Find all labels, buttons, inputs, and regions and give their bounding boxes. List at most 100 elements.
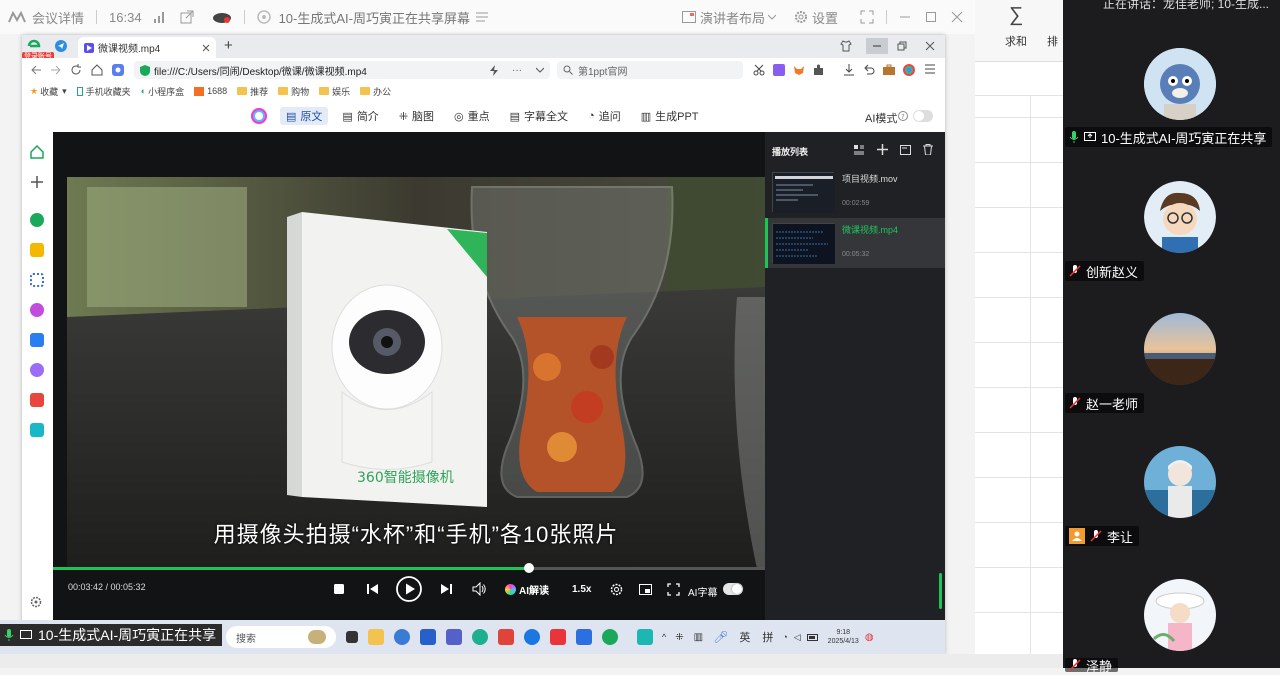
ai-subtitle-toggle[interactable]: [723, 583, 743, 595]
search-input[interactable]: 第1ppt官网: [557, 61, 743, 79]
minimize-icon[interactable]: [899, 11, 911, 23]
tab-followup[interactable]: ◔ 追问: [582, 107, 627, 125]
file-explorer-icon[interactable]: [368, 629, 384, 645]
fullscreen-icon[interactable]: [667, 583, 680, 596]
color-wheel-icon[interactable]: [903, 64, 915, 76]
trash-icon[interactable]: [923, 144, 933, 155]
window-restore-icon[interactable]: [897, 41, 907, 51]
favorites-app-icon[interactable]: [30, 243, 44, 257]
bookmark-1688[interactable]: 1688: [194, 86, 227, 96]
video-frame[interactable]: 360智能摄像机 用摄像头拍摄“水杯”和“手机”各10张照片: [67, 177, 765, 569]
ai-assistant-icon[interactable]: [112, 64, 124, 76]
microphone-icon[interactable]: 🎤︎: [713, 630, 728, 644]
picture-in-picture-icon[interactable]: [639, 583, 652, 596]
tab-original[interactable]: ▤ 原文: [280, 107, 329, 125]
avatar[interactable]: [1144, 48, 1216, 120]
bookmark-folder-entertainment[interactable]: 娱乐: [319, 85, 350, 98]
extension-fox-icon[interactable]: [793, 64, 805, 76]
taskbar-search[interactable]: 搜索: [226, 626, 336, 648]
next-icon[interactable]: [440, 583, 452, 595]
app-mk-icon[interactable]: [446, 629, 462, 645]
sort-button[interactable]: 排: [1047, 33, 1058, 49]
puzzle-icon[interactable]: [813, 64, 825, 76]
add-icon[interactable]: [877, 144, 888, 155]
previous-icon[interactable]: [367, 583, 379, 595]
link-app-icon[interactable]: [30, 213, 44, 227]
sigma-icon[interactable]: ∑: [1009, 4, 1023, 27]
bookmark-folder-recommend[interactable]: 推荐: [237, 85, 268, 98]
ime-pinyin[interactable]: 拼: [762, 629, 773, 645]
avatar[interactable]: [1144, 446, 1216, 518]
download-icon[interactable]: [843, 64, 855, 76]
refresh-icon[interactable]: [70, 64, 82, 76]
list-icon[interactable]: [475, 12, 488, 22]
speed-button[interactable]: 1.5x: [572, 584, 591, 595]
translate-app-icon[interactable]: [30, 423, 44, 437]
tab-close-icon[interactable]: [202, 44, 210, 52]
grid-view-icon[interactable]: [854, 145, 864, 155]
avatar[interactable]: [1144, 313, 1216, 385]
play-button[interactable]: [396, 576, 422, 602]
settings-icon[interactable]: [610, 583, 623, 596]
chevron-down-icon[interactable]: [536, 67, 544, 73]
store-icon[interactable]: [420, 629, 436, 645]
game-app-icon[interactable]: [30, 393, 44, 407]
forward-icon[interactable]: [50, 64, 62, 76]
volume-icon[interactable]: [472, 582, 486, 596]
bot-app-icon[interactable]: [30, 363, 44, 377]
playlist-item-active[interactable]: 微课视频.mp4 00:05:32: [765, 218, 945, 268]
playlist-scrollbar[interactable]: [939, 573, 942, 609]
browser-taskbar-icon[interactable]: [602, 629, 618, 645]
network-app-icon[interactable]: [30, 273, 44, 287]
bookmark-miniapps[interactable]: ◐ 小程序盒: [141, 85, 184, 98]
more-icon[interactable]: ···: [512, 65, 522, 76]
home-icon[interactable]: [91, 64, 103, 76]
tab-mindmap[interactable]: ⁜ 脑图: [393, 107, 440, 125]
maximize-icon[interactable]: [925, 11, 937, 23]
bookmark-mobile[interactable]: 手机收藏夹: [76, 85, 131, 98]
fullscreen-icon[interactable]: [860, 10, 874, 24]
cloud-record-icon[interactable]: [212, 10, 232, 24]
home-icon[interactable]: [30, 145, 44, 159]
ai-app-icon[interactable]: [30, 333, 44, 347]
chevron-down-icon[interactable]: [767, 14, 776, 20]
battery-icon[interactable]: [806, 633, 819, 641]
bookmark-folder-office[interactable]: 办公: [360, 85, 391, 98]
app-k2-icon[interactable]: [637, 629, 653, 645]
tab-keypoints[interactable]: ◎ 重点: [448, 107, 496, 125]
undo-icon[interactable]: [863, 64, 875, 76]
tab-summary[interactable]: ▤ 简介: [336, 107, 384, 125]
app-red-icon[interactable]: [498, 629, 514, 645]
window-minimize-button[interactable]: [866, 38, 888, 54]
screen-share-banner[interactable]: 10-生成式AI-周巧寅正在共享: [0, 624, 223, 646]
ime-english[interactable]: 英: [739, 629, 750, 645]
wps-icon[interactable]: [550, 629, 566, 645]
help-icon[interactable]: ?: [898, 111, 908, 121]
telegram-icon[interactable]: [55, 40, 67, 52]
edge-icon[interactable]: [472, 629, 488, 645]
tab-transcript[interactable]: ▤ 字幕全文: [504, 107, 574, 125]
tab-active[interactable]: 微课视频.mp4: [78, 37, 216, 58]
gear-icon[interactable]: [794, 10, 808, 24]
progress-bar[interactable]: [53, 563, 765, 573]
menu-icon[interactable]: [925, 64, 935, 74]
avatar[interactable]: [1144, 579, 1216, 651]
window-close-icon[interactable]: [925, 41, 935, 51]
task-view-icon[interactable]: [346, 631, 358, 643]
popout-icon[interactable]: [180, 10, 194, 24]
bookmark-folder-shopping[interactable]: 购物: [278, 85, 309, 98]
translate-icon[interactable]: [773, 64, 785, 76]
close-icon[interactable]: [951, 11, 963, 23]
back-icon[interactable]: [30, 64, 42, 76]
lightning-icon[interactable]: [490, 64, 498, 76]
tab-generate-ppt[interactable]: ▥ 生成PPT: [635, 107, 705, 125]
bookmark-favorites[interactable]: ★ 收藏 ▾: [30, 85, 67, 98]
autosum-button[interactable]: 求和: [1005, 33, 1027, 49]
avatar[interactable]: [1144, 181, 1216, 253]
clock[interactable]: 9:18 2025/4/13: [828, 628, 859, 646]
settings-icon[interactable]: [30, 596, 42, 608]
folder-icon[interactable]: [900, 145, 911, 155]
settings-button[interactable]: 设置: [812, 8, 838, 27]
meeting-details-button[interactable]: 会议详情: [32, 8, 84, 27]
app-k-icon[interactable]: [524, 629, 540, 645]
